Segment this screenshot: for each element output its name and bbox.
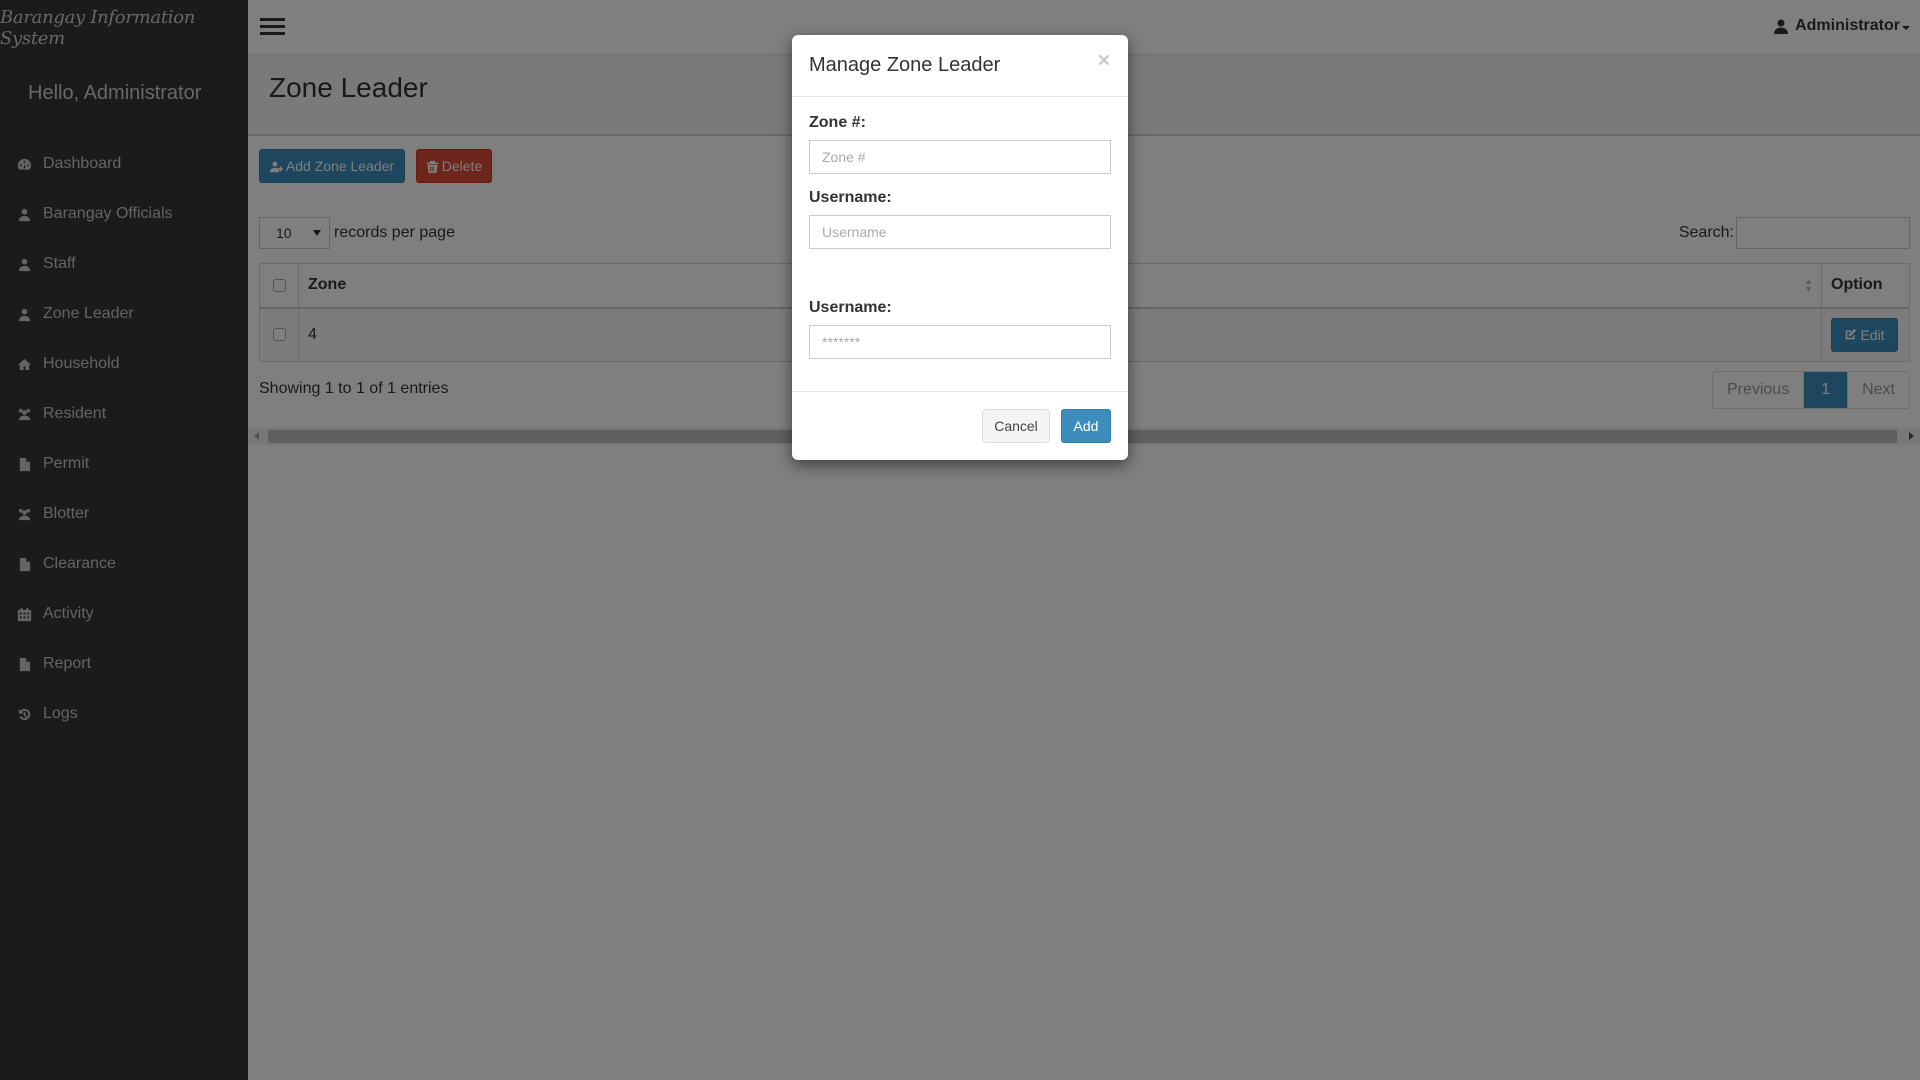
password-label: Username:	[809, 299, 892, 316]
add-button[interactable]: Add	[1061, 409, 1111, 443]
manage-zone-leader-modal: Manage Zone Leader × Zone #: Username: U…	[792, 35, 1128, 460]
username-group: Username:	[809, 189, 1111, 249]
modal-body: Zone #: Username: Username:	[792, 97, 1128, 359]
modal-header: Manage Zone Leader ×	[792, 35, 1128, 97]
username-label: Username:	[809, 189, 892, 206]
zone-number-input[interactable]	[809, 140, 1111, 174]
cancel-button[interactable]: Cancel	[982, 409, 1050, 443]
zone-number-label: Zone #:	[809, 114, 866, 131]
close-icon[interactable]: ×	[1098, 50, 1110, 71]
zone-number-group: Zone #:	[809, 114, 1111, 174]
modal-footer: Cancel Add	[792, 391, 1128, 460]
password-group: Username:	[809, 299, 1111, 359]
password-input[interactable]	[809, 325, 1111, 359]
modal-title: Manage Zone Leader	[809, 54, 1001, 76]
username-input[interactable]	[809, 215, 1111, 249]
